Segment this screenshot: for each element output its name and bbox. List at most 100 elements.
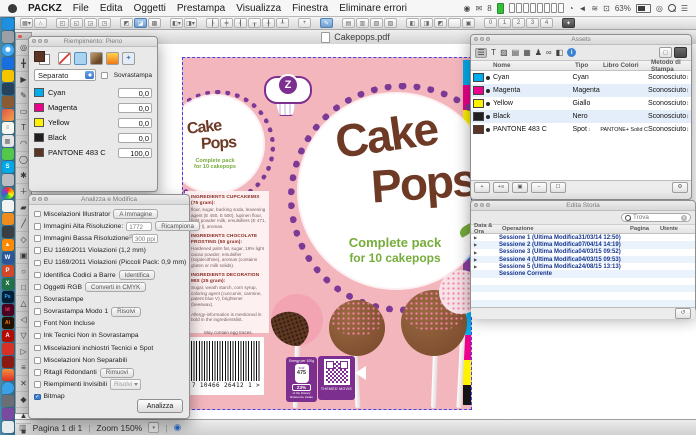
app-window-icons[interactable] <box>509 3 564 13</box>
col-pagina[interactable]: Pagina <box>630 226 660 232</box>
rimuovi-button[interactable]: Rimuovi <box>100 368 134 378</box>
dock-item-notes[interactable]: ≡ <box>2 122 14 134</box>
col-utente[interactable]: Utente <box>660 226 678 232</box>
clock-icon[interactable]: ◔ <box>569 4 574 13</box>
session-row[interactable]: ▶Sessione 4 (Ultima Modifica04/03/15 09:… <box>471 256 695 263</box>
fill-pattern-button[interactable]: ✦ <box>122 52 135 65</box>
dock-item-pdf-app[interactable] <box>2 343 14 355</box>
copy-1-button[interactable]: ▤ <box>342 18 355 28</box>
view-mode-3-button[interactable]: ▩ <box>148 18 161 28</box>
transform-5-button[interactable]: ▣ <box>462 18 475 28</box>
page-tool-4-button[interactable]: ◳ <box>98 18 111 28</box>
bitmap-checkbox[interactable]: ✓ <box>34 394 41 401</box>
dock-item-flame-app[interactable] <box>2 369 14 381</box>
row-stepper[interactable]: ↕ <box>686 127 689 133</box>
display-icon[interactable]: ⊡ <box>603 4 610 13</box>
transform-2-button[interactable]: ◨ <box>420 18 433 28</box>
dock-item-image-app[interactable]: ▦ <box>2 135 14 147</box>
invisible-fills-checkbox[interactable] <box>34 381 41 388</box>
overprints-checkbox[interactable] <box>34 296 41 303</box>
rgb-objects-checkbox[interactable] <box>34 284 41 291</box>
dock-item-gear-app[interactable] <box>2 31 14 43</box>
overprint-mode1-checkbox[interactable] <box>34 308 41 315</box>
redundant-clips-checkbox[interactable] <box>34 369 41 376</box>
search-field-wrap[interactable]: ✕ <box>621 213 691 222</box>
dock-item-powerpoint[interactable]: P <box>2 265 14 277</box>
menu-packz[interactable]: PACKZ <box>28 3 62 14</box>
dock-item-indesign[interactable]: Id <box>2 304 14 316</box>
menu-prestampa[interactable]: Prestampa <box>177 3 225 14</box>
quality-0-button[interactable]: 0 <box>484 18 497 28</box>
ricampiona-button[interactable]: Ricampiona <box>155 221 200 231</box>
dock-item-illustrator[interactable]: Ai <box>2 317 14 329</box>
menu-eliminare-errori[interactable]: Eliminare errori <box>339 3 407 14</box>
history-panel-header[interactable]: Edita Storia <box>471 201 695 211</box>
brush-button[interactable]: ✦ <box>562 18 575 28</box>
notification-center-icon[interactable]: ☰ <box>681 4 688 13</box>
ungroup-dropdown-button[interactable]: ◨▾ <box>184 18 197 28</box>
links-icon[interactable]: ∞ <box>546 49 552 57</box>
volume-icon[interactable]: ◄ <box>579 4 587 13</box>
mail-icon[interactable]: ✉ <box>476 4 483 13</box>
clear-search-icon[interactable]: ✕ <box>681 215 687 221</box>
align-bottom-button[interactable]: ┸ <box>276 18 289 28</box>
history-undo-icon[interactable]: ↺ <box>675 308 691 319</box>
col-nome[interactable]: Nome <box>493 62 575 69</box>
duplicate-button[interactable]: ▣ <box>512 182 528 193</box>
align-middle-button[interactable]: ╂ <box>262 18 275 28</box>
ink-row-yellow[interactable]: YellowGiallo Sconosciuto ↕ <box>471 97 691 110</box>
dock-item-safari[interactable] <box>2 44 14 56</box>
col-libro[interactable]: Libro Colori <box>603 62 651 69</box>
fonts-icon[interactable]: T <box>491 49 496 57</box>
fill-solid-button[interactable] <box>74 52 87 65</box>
menu-file[interactable]: File <box>73 3 89 14</box>
sync-icon[interactable]: ◎ <box>656 4 663 13</box>
col-metodo[interactable]: Metodo di Stampa <box>651 59 691 73</box>
fonts-checkbox[interactable] <box>34 321 41 328</box>
dock-item-photos-app[interactable] <box>2 109 14 121</box>
light-view-button[interactable]: ▢ <box>659 47 672 58</box>
dock-item-darkred-app[interactable] <box>2 356 14 368</box>
window-controls[interactable] <box>32 197 48 201</box>
assets-panel-header[interactable]: Assets <box>471 35 691 45</box>
barcode-id-checkbox[interactable] <box>34 272 41 279</box>
low-res-field[interactable]: 300 ppi <box>132 234 158 243</box>
gear-icon[interactable]: ⚙ <box>672 182 688 193</box>
quality-2-button[interactable]: 2 <box>512 18 525 28</box>
transform-1-button[interactable]: ◧ <box>406 18 419 28</box>
channel-value-field[interactable]: 100,0 <box>118 148 152 158</box>
col-data-ora[interactable]: Data & Ora <box>474 223 502 235</box>
dock-item-book-app[interactable] <box>2 96 14 108</box>
dock-item-finder[interactable] <box>2 18 14 30</box>
menu-visualizza[interactable]: Visualizza <box>236 3 281 14</box>
fill-panel-header[interactable]: Riempimento: Pieno <box>29 37 157 47</box>
dock-item-pinwheel[interactable] <box>2 187 14 199</box>
barcode-icon[interactable]: ▦ <box>523 49 531 57</box>
non-separable-checkbox[interactable] <box>34 357 41 364</box>
inks-table-header[interactable]: Nome Tipo Libro Colori Metodo di Stampa <box>471 61 691 71</box>
history-table-header[interactable]: Data & Ora Operazione Pagina Utente <box>471 225 695 234</box>
edit-pen-button[interactable]: ✎ <box>320 18 333 28</box>
a-immagine-button[interactable]: A Immagine <box>113 209 158 219</box>
marks-icon[interactable]: ♟ <box>535 49 542 57</box>
overprint-checkbox[interactable] <box>101 72 108 79</box>
window-controls[interactable] <box>474 203 490 207</box>
converti-cmyk-button[interactable]: Converti in CMYK <box>85 282 146 292</box>
remove-button[interactable]: − <box>531 182 547 193</box>
dark-view-button[interactable] <box>674 47 687 58</box>
copy-4-button[interactable]: ▨ <box>384 18 397 28</box>
fill-image-button[interactable] <box>90 52 103 65</box>
copy-2-button[interactable]: ▥ <box>356 18 369 28</box>
identifica-button[interactable]: Identifica <box>119 270 156 280</box>
row-stepper[interactable]: ↕ <box>686 75 689 81</box>
illustrator-blends-checkbox[interactable] <box>34 211 41 218</box>
align-center-button[interactable]: ┿ <box>220 18 233 28</box>
dock-item-trash[interactable] <box>2 421 14 433</box>
dock-item-photoshop[interactable]: Ps <box>2 291 14 303</box>
align-right-button[interactable]: ┨ <box>234 18 247 28</box>
tipo-stepper[interactable]: ↕ <box>588 127 591 133</box>
close-icon[interactable] <box>18 35 22 39</box>
expand-arrow-icon[interactable]: ▶ <box>471 235 499 240</box>
window-controls[interactable] <box>32 39 48 43</box>
tech-spot-blends-checkbox[interactable] <box>34 345 41 352</box>
